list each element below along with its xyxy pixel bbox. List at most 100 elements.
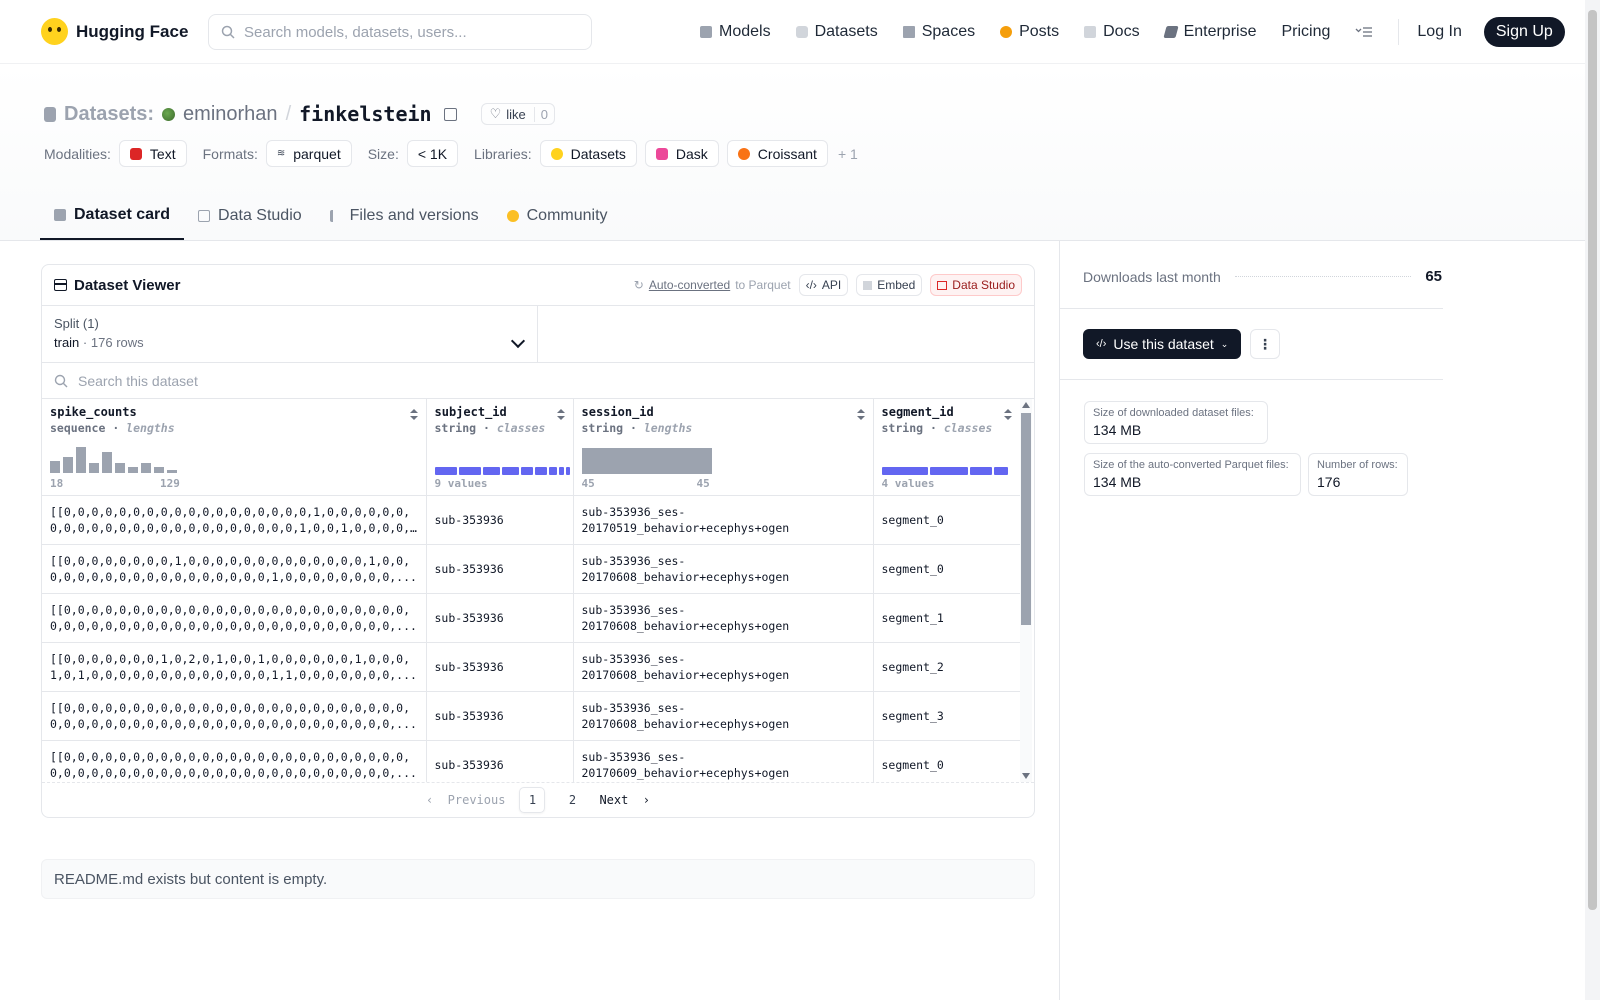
- histogram-bar[interactable]: [167, 470, 177, 473]
- page-button-2[interactable]: 2: [559, 787, 585, 813]
- cell-spike-counts[interactable]: [[0,0,0,0,0,0,0,0,1,0,0,0,0,0,0,0,0,0,0,…: [42, 544, 427, 594]
- auto-converted-link[interactable]: Auto-converted: [649, 278, 730, 292]
- page-scrollbar-thumb[interactable]: [1588, 10, 1597, 910]
- cell-text: sub-353936: [434, 561, 504, 576]
- table-row[interactable]: [[0,0,0,0,0,0,0,0,1,0,0,0,0,0,0,0,0,0,0,…: [42, 544, 1021, 594]
- data-studio-button[interactable]: Data Studio: [930, 274, 1022, 296]
- column-header-spike-counts[interactable]: spike_counts sequence · lengths 18 129: [42, 399, 427, 496]
- cell-segment-id[interactable]: segment_3: [873, 691, 1021, 741]
- cell-spike-counts[interactable]: [[0,0,0,0,0,0,0,1,0,2,0,1,0,0,1,0,0,0,0,…: [42, 642, 427, 692]
- page-button-1[interactable]: 1: [519, 787, 546, 813]
- column-header-session-id[interactable]: session_id string · lengths 45 45: [573, 399, 874, 496]
- table-scrollbar[interactable]: [1020, 399, 1032, 782]
- table-row[interactable]: [[0,0,0,0,0,0,0,1,0,2,0,1,0,0,1,0,0,0,0,…: [42, 642, 1021, 692]
- cell-segment-id[interactable]: segment_0: [873, 544, 1021, 594]
- api-button[interactable]: ‹/› API: [798, 274, 849, 296]
- tab-community[interactable]: Community: [493, 191, 622, 240]
- cell-segment-id[interactable]: segment_0: [873, 495, 1021, 545]
- cell-subject-id[interactable]: sub-353936: [426, 642, 574, 692]
- scroll-down-arrow-icon[interactable]: [1022, 773, 1030, 779]
- histogram-bar[interactable]: [76, 447, 86, 473]
- owner-link[interactable]: eminorhan: [183, 103, 278, 126]
- sort-icon[interactable]: [856, 409, 865, 420]
- signup-button[interactable]: Sign Up: [1483, 17, 1565, 47]
- nav-enterprise[interactable]: Enterprise: [1162, 23, 1256, 41]
- format-chip-parquet[interactable]: ≋ parquet: [265, 140, 352, 167]
- scrollbar-thumb[interactable]: [1021, 413, 1031, 625]
- cell-segment-id[interactable]: segment_2: [873, 642, 1021, 692]
- breadcrumb-section[interactable]: Datasets:: [64, 103, 154, 126]
- histogram-bar[interactable]: [63, 457, 73, 473]
- libraries-more[interactable]: + 1: [838, 146, 858, 162]
- cell-session-id[interactable]: sub-353936_ses-20170608_behavior+ecephys…: [573, 642, 874, 692]
- like-count[interactable]: 0: [533, 106, 554, 122]
- cell-segment-id[interactable]: segment_0: [873, 740, 1021, 782]
- histogram-bar[interactable]: [102, 452, 112, 473]
- nav-posts[interactable]: Posts: [1000, 23, 1059, 41]
- cell-spike-counts[interactable]: [[0,0,0,0,0,0,0,0,0,0,0,0,0,0,0,0,0,0,0,…: [42, 740, 427, 782]
- cell-spike-counts[interactable]: [[0,0,0,0,0,0,0,0,0,0,0,0,0,0,0,0,0,0,0,…: [42, 691, 427, 741]
- global-search[interactable]: [208, 14, 592, 50]
- global-search-input[interactable]: [244, 23, 564, 41]
- cell-session-id[interactable]: sub-353936_ses-20170609_behavior+ecephys…: [573, 740, 874, 782]
- histogram-bar[interactable]: [115, 463, 125, 473]
- split-dropdown[interactable]: Split (1) train · 176 rows: [42, 306, 538, 362]
- histogram-bar[interactable]: [89, 463, 99, 473]
- column-header-subject-id[interactable]: subject_id string · classes 9 values: [426, 399, 574, 496]
- page-scrollbar[interactable]: [1585, 0, 1600, 1000]
- previous-page-button[interactable]: ‹ Previous: [426, 793, 505, 807]
- nav-spaces[interactable]: Spaces: [902, 23, 975, 41]
- nav-pricing[interactable]: Pricing: [1281, 23, 1330, 41]
- nav-more-menu[interactable]: [1355, 26, 1373, 38]
- next-page-button[interactable]: Next ›: [599, 793, 650, 807]
- logo-link[interactable]: Hugging Face: [41, 18, 188, 45]
- tab-files-and-versions[interactable]: Files and versions: [316, 191, 493, 240]
- downloads-stat: Downloads last month 65: [1083, 268, 1442, 285]
- sort-icon[interactable]: [556, 409, 565, 420]
- histogram-bar[interactable]: [128, 467, 138, 473]
- table-row[interactable]: [[0,0,0,0,0,0,0,0,0,0,0,0,0,0,0,0,0,0,1,…: [42, 495, 1021, 545]
- sort-icon[interactable]: [409, 409, 418, 420]
- cell-subject-id[interactable]: sub-353936: [426, 544, 574, 594]
- more-options-button[interactable]: ⋮: [1250, 329, 1280, 359]
- column-type: string: [434, 421, 477, 435]
- histogram-bar[interactable]: [141, 463, 151, 473]
- dataset-search-input[interactable]: [78, 372, 878, 389]
- nav-models[interactable]: Models: [700, 23, 771, 41]
- tab-data-studio[interactable]: Data Studio: [184, 191, 316, 240]
- cell-session-id[interactable]: sub-353936_ses-20170519_behavior+ecephys…: [573, 495, 874, 545]
- sort-icon[interactable]: [1003, 409, 1012, 420]
- nav-docs[interactable]: Docs: [1084, 23, 1140, 41]
- table-row[interactable]: [[0,0,0,0,0,0,0,0,0,0,0,0,0,0,0,0,0,0,0,…: [42, 691, 1021, 741]
- cell-subject-id[interactable]: sub-353936: [426, 495, 574, 545]
- cell-subject-id[interactable]: sub-353936: [426, 740, 574, 782]
- use-this-dataset-button[interactable]: ‹/› Use this dataset ⌄: [1083, 329, 1242, 359]
- nav-datasets[interactable]: Datasets: [795, 23, 878, 41]
- table-row[interactable]: [[0,0,0,0,0,0,0,0,0,0,0,0,0,0,0,0,0,0,0,…: [42, 740, 1021, 782]
- table-row[interactable]: [[0,0,0,0,0,0,0,0,0,0,0,0,0,0,0,0,0,0,0,…: [42, 593, 1021, 643]
- library-chip-croissant[interactable]: Croissant: [726, 140, 828, 167]
- login-link[interactable]: Log In: [1417, 23, 1461, 41]
- tab-dataset-card[interactable]: Dataset card: [40, 191, 185, 240]
- cell-subject-id[interactable]: sub-353936: [426, 691, 574, 741]
- cell-spike-counts[interactable]: [[0,0,0,0,0,0,0,0,0,0,0,0,0,0,0,0,0,0,1,…: [42, 495, 427, 545]
- cell-segment-id[interactable]: segment_1: [873, 593, 1021, 643]
- cell-subject-id[interactable]: sub-353936: [426, 593, 574, 643]
- cell-session-id[interactable]: sub-353936_ses-20170608_behavior+ecephys…: [573, 593, 874, 643]
- modality-chip-text[interactable]: Text: [118, 140, 187, 167]
- dataset-name-link[interactable]: finkelstein: [299, 102, 431, 126]
- cell-spike-counts[interactable]: [[0,0,0,0,0,0,0,0,0,0,0,0,0,0,0,0,0,0,0,…: [42, 593, 427, 643]
- histogram-bar[interactable]: [154, 467, 164, 473]
- dataset-search[interactable]: [42, 363, 1034, 399]
- library-chip-dask[interactable]: Dask: [644, 140, 719, 167]
- cell-session-id[interactable]: sub-353936_ses-20170608_behavior+ecephys…: [573, 691, 874, 741]
- cell-session-id[interactable]: sub-353936_ses-20170608_behavior+ecephys…: [573, 544, 874, 594]
- scroll-up-arrow-icon[interactable]: [1022, 402, 1030, 408]
- size-chip[interactable]: < 1K: [406, 140, 459, 167]
- column-header-segment-id[interactable]: segment_id string · classes 4 values: [873, 399, 1021, 496]
- like-button[interactable]: ♡ like 0: [480, 103, 555, 125]
- embed-button[interactable]: Embed: [856, 274, 923, 296]
- copy-icon[interactable]: [443, 107, 457, 121]
- library-chip-datasets[interactable]: Datasets: [539, 140, 637, 167]
- histogram-bar[interactable]: [50, 461, 60, 473]
